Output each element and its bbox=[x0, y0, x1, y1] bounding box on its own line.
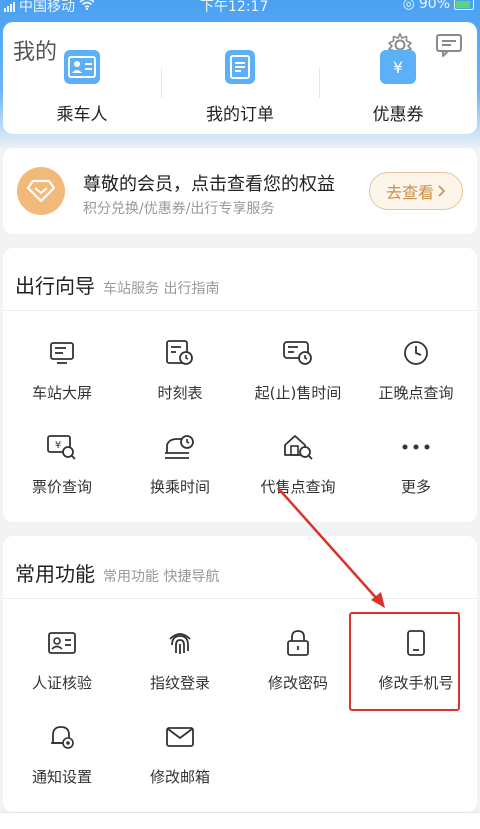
grid-item-transfer-time[interactable]: 换乘时间 bbox=[121, 430, 239, 497]
divider bbox=[3, 310, 477, 311]
grid-item-notification-settings[interactable]: 通知设置 bbox=[3, 720, 121, 787]
timetable-icon bbox=[163, 336, 197, 370]
grid-item-label: 换乘时间 bbox=[149, 478, 210, 496]
grid-item-label: 票价查询 bbox=[31, 478, 92, 496]
mine-item-label: 优惠券 bbox=[372, 105, 424, 125]
station-screen-icon bbox=[45, 336, 79, 370]
coupon-icon: ¥ bbox=[380, 50, 416, 84]
fingerprint-icon bbox=[163, 626, 197, 660]
grid-item-id-verify[interactable]: 人证核验 bbox=[3, 626, 121, 693]
carrier-text: 中国移动 bbox=[19, 0, 75, 15]
svg-text:¥: ¥ bbox=[55, 440, 61, 451]
grid-item-agency-search[interactable]: 代售点查询 bbox=[239, 430, 357, 497]
grid-item-more[interactable]: 更多 bbox=[357, 430, 475, 497]
signal-icon bbox=[4, 0, 15, 12]
travel-guide-card: 出行向导 车站服务 出行指南 车站大屏 时刻表 起(止)售时间 正晚点查询 ¥ … bbox=[3, 248, 477, 522]
order-list-icon bbox=[225, 50, 255, 84]
bell-settings-icon bbox=[45, 720, 79, 754]
vip-card[interactable]: 尊敬的会员，点击查看您的权益 积分兑换/优惠券/出行专享服务 去查看 bbox=[3, 148, 477, 234]
view-benefits-button[interactable]: 去查看 bbox=[369, 172, 463, 210]
grid-item-change-email[interactable]: 修改邮箱 bbox=[121, 720, 239, 787]
grid-item-label: 更多 bbox=[400, 478, 431, 496]
battery-icon bbox=[454, 0, 474, 10]
grid-item-sale-time[interactable]: 起(止)售时间 bbox=[239, 336, 357, 403]
mine-item-label: 我的订单 bbox=[206, 105, 274, 125]
grid-item-timetable[interactable]: 时刻表 bbox=[121, 336, 239, 403]
chevron-right-icon bbox=[438, 182, 446, 201]
svg-text:¥: ¥ bbox=[393, 58, 403, 77]
more-dots-icon bbox=[399, 430, 433, 464]
grid-item-label: 起(止)售时间 bbox=[254, 384, 342, 402]
grid-item-label: 人证核验 bbox=[31, 674, 92, 692]
wifi-icon bbox=[79, 0, 95, 14]
clock-text: 下午12:17 bbox=[200, 0, 269, 15]
transfer-time-icon bbox=[163, 430, 197, 464]
section-title: 出行向导 bbox=[15, 274, 95, 298]
lock-icon bbox=[281, 626, 315, 660]
grid-item-label: 时刻表 bbox=[157, 384, 203, 402]
vip-title: 尊敬的会员，点击查看您的权益 bbox=[83, 174, 335, 195]
section-subtitle: 车站服务 出行指南 bbox=[103, 281, 220, 297]
grid-item-label: 代售点查询 bbox=[260, 478, 336, 496]
bottom-tab-bar bbox=[0, 812, 480, 829]
grid-item-station-screen[interactable]: 车站大屏 bbox=[3, 336, 121, 403]
alarm-icon: ◎ bbox=[402, 0, 415, 12]
passenger-card-icon bbox=[64, 50, 100, 84]
grid-item-label: 正晚点查询 bbox=[378, 384, 454, 402]
mine-item-orders[interactable]: 我的订单 bbox=[161, 44, 319, 125]
id-verify-icon bbox=[45, 626, 79, 660]
highlight-box bbox=[349, 612, 460, 711]
fare-search-icon: ¥ bbox=[45, 430, 79, 464]
mine-item-coupons[interactable]: ¥ 优惠券 bbox=[319, 44, 477, 125]
vip-subtitle: 积分兑换/优惠券/出行专享服务 bbox=[83, 201, 275, 217]
status-bar: 中国移动 下午12:17 ◎ 90% bbox=[0, 0, 480, 18]
battery-percent: 90% bbox=[418, 0, 450, 12]
mail-icon bbox=[163, 720, 197, 754]
grid-item-fare-search[interactable]: ¥ 票价查询 bbox=[3, 430, 121, 497]
grid-item-label: 车站大屏 bbox=[31, 384, 92, 402]
grid-item-label: 指纹登录 bbox=[149, 674, 210, 692]
divider bbox=[3, 598, 477, 599]
sale-time-icon bbox=[281, 336, 315, 370]
grid-item-delay-query[interactable]: 正晚点查询 bbox=[357, 336, 475, 403]
clock-icon bbox=[399, 336, 433, 370]
view-benefits-label: 去查看 bbox=[385, 183, 434, 202]
mine-item-label: 乘车人 bbox=[56, 105, 108, 125]
grid-item-label: 修改邮箱 bbox=[149, 768, 210, 786]
grid-item-fingerprint[interactable]: 指纹登录 bbox=[121, 626, 239, 693]
grid-item-label: 通知设置 bbox=[31, 768, 92, 786]
mine-item-passenger[interactable]: 乘车人 bbox=[3, 44, 161, 125]
diamond-icon bbox=[17, 167, 65, 215]
mine-card: 我的 乘车人 我的订单 ¥ 优惠券 bbox=[3, 22, 477, 134]
section-title: 常用功能 bbox=[15, 562, 95, 586]
section-subtitle: 常用功能 快捷导航 bbox=[103, 569, 220, 585]
grid-item-change-password[interactable]: 修改密码 bbox=[239, 626, 357, 693]
agency-search-icon bbox=[281, 430, 315, 464]
grid-item-label: 修改密码 bbox=[267, 674, 328, 692]
